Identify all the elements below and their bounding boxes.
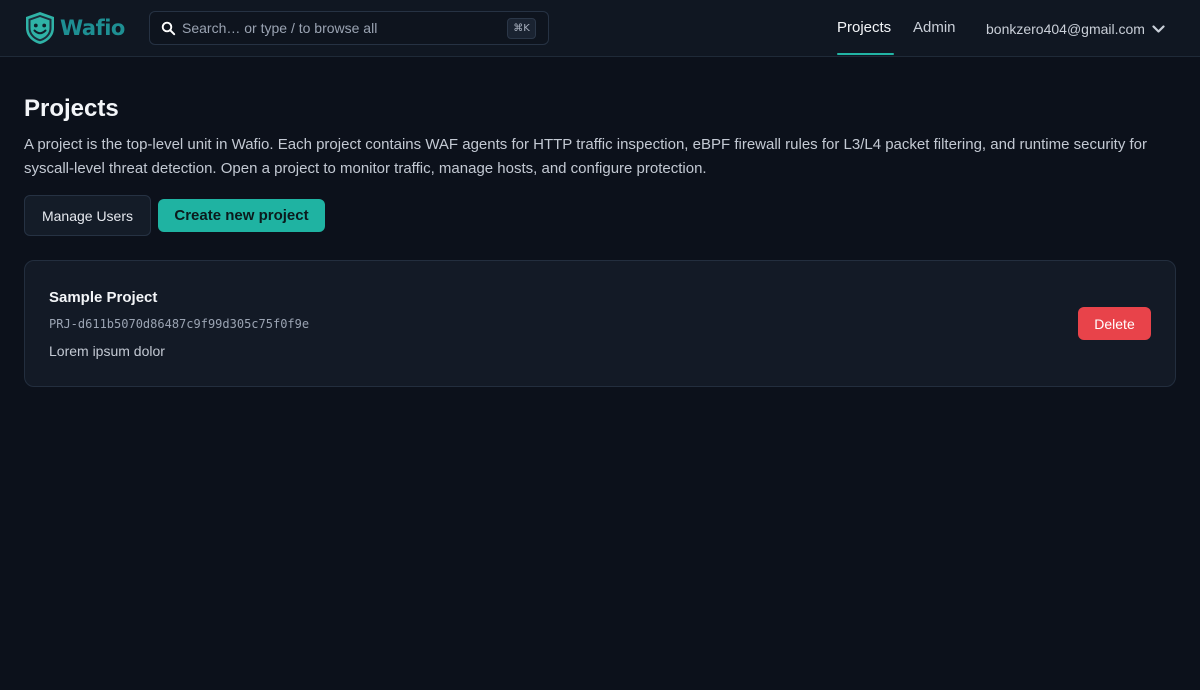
create-project-button[interactable]: Create new project [158,199,325,232]
search-shortcut-badge: ⌘K [507,18,536,39]
nav-admin[interactable]: Admin [913,19,956,36]
project-description: Lorem ipsum dolor [49,343,165,359]
project-name: Sample Project [49,289,158,306]
user-email: bonkzero404@gmail.com [986,21,1145,37]
page-description: A project is the top-level unit in Wafio… [24,136,1148,177]
user-menu[interactable]: bonkzero404@gmail.com [986,19,1165,39]
nav-projects[interactable]: Projects [837,19,891,36]
manage-users-button[interactable]: Manage Users [24,195,151,236]
project-card[interactable]: Sample Project PRJ-d611b5070d86487c9f99d… [24,260,1176,387]
nav-active-indicator [837,53,894,55]
search-input[interactable]: Search… or type / to browse all ⌘K [149,11,549,45]
shield-smile-icon [26,12,54,44]
delete-project-button[interactable]: Delete [1078,307,1151,340]
chevron-down-icon [1152,24,1165,33]
brand-name: Wafio [60,16,125,40]
page-title: Projects [24,95,119,122]
search-icon [161,21,176,36]
brand-logo[interactable]: Wafio [24,10,125,46]
search-placeholder: Search… or type / to browse all [182,20,378,36]
project-id: PRJ-d611b5070d86487c9f99d305c75f0f9e [49,317,310,331]
top-bar: Wafio Search… or type / to browse all ⌘K… [0,0,1200,57]
